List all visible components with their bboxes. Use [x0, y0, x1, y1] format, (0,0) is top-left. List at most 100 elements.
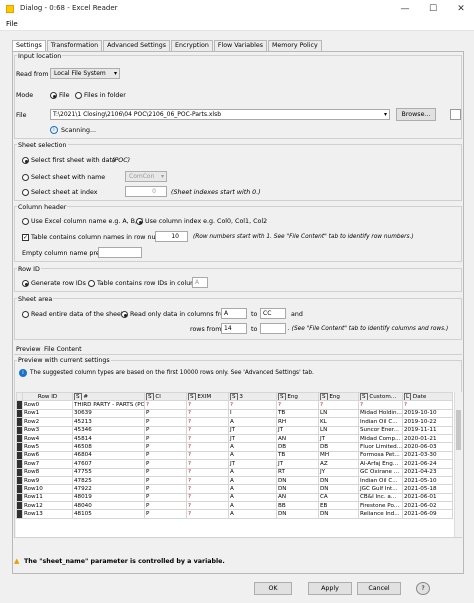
tab-settings[interactable]: Settings	[12, 40, 46, 51]
table-row[interactable]: Row12 48040 P? A BB EB Firestone Po... 2021-06-…	[16, 501, 453, 511]
table-cell[interactable]: BB	[276, 501, 319, 511]
column-index-radio[interactable]	[136, 218, 143, 225]
ok-button[interactable]: OK	[254, 582, 292, 595]
table-row[interactable]: Row8 47755 P? A RT JY GC Oxirane ... 2021-04-23	[16, 467, 453, 477]
table-cell[interactable]: 2021-06-02	[402, 501, 453, 511]
table-cell[interactable]: RH	[276, 417, 319, 427]
column-to-field[interactable]: CC	[260, 308, 286, 319]
table-cell[interactable]: JT	[276, 425, 319, 435]
table-row[interactable]: Row5 46508 P? A DB DB Fluor Limited... 2020-06-…	[16, 442, 453, 452]
table-cell[interactable]: 46508	[72, 442, 145, 452]
row-id-column-field[interactable]: A	[192, 277, 208, 288]
table-cell[interactable]: 2021-05-18	[402, 484, 453, 494]
row-ids-in-column-radio[interactable]	[88, 280, 95, 287]
table-cell[interactable]: P	[144, 509, 187, 519]
table-cell[interactable]: 2019-11-11	[402, 425, 453, 435]
table-cell[interactable]: DB	[318, 442, 359, 452]
table-cell[interactable]: RT	[276, 467, 319, 477]
column-header[interactable]: S 3	[228, 392, 277, 402]
table-cell[interactable]: 45213	[72, 417, 145, 427]
table-cell[interactable]: 2021-06-01	[402, 492, 453, 503]
flow-variable-icon[interactable]	[450, 109, 461, 120]
table-cell[interactable]: ?	[186, 467, 229, 477]
sheet-name-select[interactable]: ComCon ▾	[125, 171, 167, 182]
table-cell[interactable]: P	[144, 442, 187, 452]
table-cell[interactable]: ?	[186, 509, 229, 519]
table-cell[interactable]: 2020-01-21	[402, 433, 453, 444]
table-cell[interactable]: Indian Oil C...	[358, 475, 403, 486]
table-cell[interactable]: CA	[318, 492, 359, 503]
table-cell[interactable]: Indian Oil C...	[358, 417, 403, 427]
table-row[interactable]: Row4 45814 P? JT AN JT Midad Comp... 2020-01-21	[16, 433, 453, 444]
browse-button[interactable]: Browse...	[396, 108, 436, 121]
table-cell[interactable]: ?	[186, 408, 229, 419]
read-entire-sheet-radio[interactable]	[22, 311, 29, 318]
table-cell[interactable]: ?	[358, 400, 403, 410]
table-cell[interactable]: THIRD PARTY - PARTS (POC)	[72, 400, 145, 410]
table-cell[interactable]: 47825	[72, 475, 145, 486]
table-cell[interactable]: ?	[186, 475, 229, 486]
menu-file[interactable]: File	[6, 20, 18, 28]
cancel-button[interactable]: Cancel	[357, 582, 401, 595]
column-header[interactable]: S EXIM	[186, 392, 229, 402]
table-cell[interactable]: JT	[318, 433, 359, 444]
table-cell[interactable]: JT	[228, 433, 277, 444]
table-cell[interactable]: AZ	[318, 459, 359, 469]
table-cell[interactable]: P	[144, 425, 187, 435]
help-button[interactable]: ?	[416, 582, 430, 595]
table-cell[interactable]: JT	[228, 459, 277, 469]
table-cell[interactable]: A	[228, 509, 277, 519]
column-header[interactable]: S Eng	[318, 392, 359, 402]
tab-file-content[interactable]: File Content	[44, 346, 82, 353]
table-cell[interactable]: P	[144, 459, 187, 469]
table-cell[interactable]: 2020-06-03	[402, 442, 453, 452]
row-id-cell[interactable]: Row2	[22, 417, 73, 427]
table-cell[interactable]: LN	[318, 425, 359, 435]
table-cell[interactable]: Midad Comp...	[358, 433, 403, 444]
column-header[interactable]: L Date	[402, 392, 453, 402]
scrollbar-thumb[interactable]	[456, 410, 461, 450]
table-cell[interactable]: ?	[318, 400, 359, 410]
maximize-button[interactable]: ☐	[426, 2, 440, 16]
table-cell[interactable]: GC Oxirane ...	[358, 467, 403, 477]
table-row[interactable]: Row2 45213 P? A RH KL Indian Oil C... 2019-10-2…	[16, 417, 453, 427]
table-cell[interactable]: Formosa Pet...	[358, 450, 403, 461]
row-from-field[interactable]: 14	[221, 323, 247, 334]
table-cell[interactable]: DN	[318, 475, 359, 486]
table-cell[interactable]: Reliance Ind...	[358, 509, 403, 519]
excel-column-name-radio[interactable]	[22, 218, 29, 225]
row-id-cell[interactable]: Row8	[22, 467, 73, 477]
table-cell[interactable]: DB	[276, 442, 319, 452]
table-cell[interactable]: ?	[144, 400, 187, 410]
table-cell[interactable]: P	[144, 475, 187, 486]
table-cell[interactable]: DN	[276, 484, 319, 494]
column-header[interactable]: S #	[72, 392, 145, 402]
tab-advanced-settings[interactable]: Advanced Settings	[103, 40, 171, 51]
column-header[interactable]: S Custom...	[358, 392, 403, 402]
tab-memory-policy[interactable]: Memory Policy	[267, 40, 322, 51]
row-id-cell[interactable]: Row12	[22, 501, 73, 511]
column-header[interactable]: S Eng	[276, 392, 319, 402]
column-header-rowid[interactable]: Row ID	[22, 392, 73, 402]
row-id-cell[interactable]: Row7	[22, 459, 73, 469]
table-cell[interactable]: P	[144, 484, 187, 494]
table-cell[interactable]: AN	[276, 433, 319, 444]
table-cell[interactable]: 48040	[72, 501, 145, 511]
table-cell[interactable]: JT	[276, 459, 319, 469]
table-cell[interactable]: 2021-06-09	[402, 509, 453, 519]
table-cell[interactable]: JGC Gulf Int...	[358, 484, 403, 494]
table-cell[interactable]: TB	[276, 408, 319, 419]
row-to-field[interactable]	[260, 323, 286, 334]
table-cell[interactable]: Al-Arfaj Eng...	[358, 459, 403, 469]
table-cell[interactable]: ?	[186, 501, 229, 511]
generate-row-ids-radio[interactable]	[22, 280, 29, 287]
table-row[interactable]: Row0 THIRD PARTY - PARTS (POC)???????	[16, 400, 453, 410]
table-cell[interactable]: DN	[318, 484, 359, 494]
table-cell[interactable]: P	[144, 433, 187, 444]
table-cell[interactable]: Midad Holdin...	[358, 408, 403, 419]
table-cell[interactable]: Suncor Ener...	[358, 425, 403, 435]
table-row[interactable]: Row1 30639 P? I TB LN Midad Holdin... 2019-10-1…	[16, 408, 453, 419]
table-cell[interactable]: DN	[276, 475, 319, 486]
table-cell[interactable]: 47755	[72, 467, 145, 477]
table-cell[interactable]: A	[228, 475, 277, 486]
